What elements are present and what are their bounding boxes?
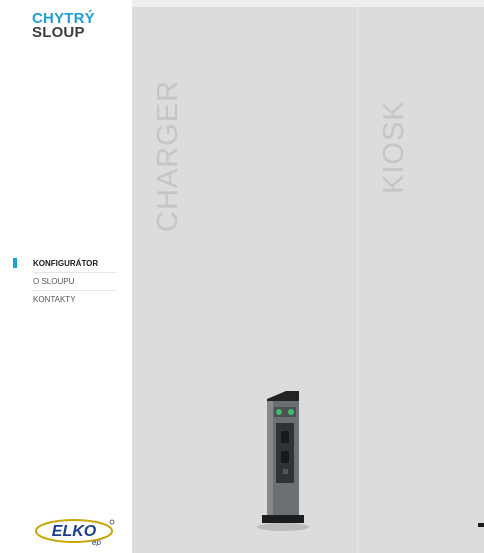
kiosk-title: KIOSK: [378, 100, 410, 194]
nav-item-konfigurator[interactable]: KONFIGURÁTOR: [13, 255, 117, 273]
nav-item-o-sloupu[interactable]: O SLOUPU: [33, 273, 117, 291]
active-indicator: [13, 258, 17, 268]
charger-panel[interactable]: CHARGER: [132, 7, 358, 553]
kiosk-panel[interactable]: KIOSK: [358, 7, 484, 553]
brand-logo[interactable]: CHYTRÝ SLOUP: [32, 11, 95, 41]
nav-item-label: KONFIGURÁTOR: [33, 259, 99, 268]
charger-column-image: [254, 389, 314, 537]
elko-text: ELKO: [52, 523, 97, 540]
elko-subtext: ep: [92, 538, 101, 546]
top-strip: [132, 0, 484, 7]
elko-ep-logo[interactable]: ELKO ep: [34, 518, 116, 547]
sidebar: CHYTRÝ SLOUP KONFIGURÁTOR O SLOUPU KONTA…: [0, 0, 132, 553]
nav-item-label: O SLOUPU: [33, 277, 75, 286]
brand-line-2: SLOUP: [32, 24, 85, 41]
charger-title: CHARGER: [152, 79, 184, 232]
kiosk-image-partial: [476, 517, 484, 527]
nav-item-label: KONTAKTY: [33, 295, 76, 304]
nav-item-kontakty[interactable]: KONTAKTY: [33, 291, 117, 308]
main-content: CHARGER KIOSK: [132, 0, 484, 553]
main-nav: KONFIGURÁTOR O SLOUPU KONTAKTY: [0, 255, 132, 308]
